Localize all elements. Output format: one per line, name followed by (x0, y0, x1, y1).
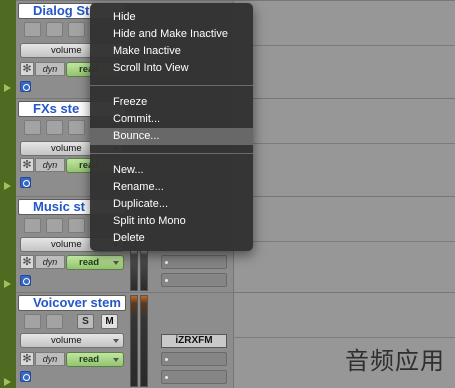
link-icon[interactable] (20, 81, 31, 92)
input-monitor-button[interactable] (46, 314, 63, 329)
menu-item-hide-and-make-inactive[interactable]: Hide and Make Inactive (90, 26, 253, 43)
level-meter-left (130, 249, 138, 291)
input-monitor-button[interactable] (46, 218, 63, 233)
divider (234, 337, 455, 338)
insert-plugin[interactable]: iZRXFM (161, 334, 227, 348)
level-meter-left (130, 295, 138, 387)
track-timeline[interactable] (233, 99, 455, 197)
track-name[interactable]: Voicover stem (18, 295, 126, 311)
menu-item-freeze[interactable]: Freeze (90, 94, 253, 111)
track-color-strip (0, 0, 16, 388)
divider (234, 241, 455, 242)
solo-button[interactable] (68, 22, 85, 37)
menu-item-bounce[interactable]: Bounce... (90, 128, 253, 145)
expand-triangle-icon[interactable] (4, 378, 11, 386)
track-timeline[interactable] (233, 1, 455, 99)
menu-separator (90, 153, 253, 154)
menu-item-commit[interactable]: Commit... (90, 111, 253, 128)
dyn-label: dyn (35, 255, 65, 269)
track-view-label: volume (51, 335, 82, 346)
insert-slot[interactable] (161, 273, 227, 287)
expand-triangle-icon[interactable] (4, 84, 11, 92)
chevron-down-icon (113, 339, 119, 343)
link-icon[interactable] (20, 177, 31, 188)
insert-slot[interactable] (161, 255, 227, 269)
dyn-label: dyn (35, 62, 65, 76)
freeze-icon[interactable]: ✻ (20, 352, 34, 366)
level-meter-right (140, 249, 148, 291)
track-view-label: volume (51, 143, 82, 154)
input-monitor-button[interactable] (46, 120, 63, 135)
solo-button[interactable] (68, 218, 85, 233)
track-timeline[interactable] (233, 197, 455, 293)
record-button[interactable] (24, 120, 41, 135)
dyn-label: dyn (35, 158, 65, 172)
menu-item-new[interactable]: New... (90, 162, 253, 179)
divider (234, 143, 455, 144)
menu-item-scroll-into-view[interactable]: Scroll Into View (90, 60, 253, 77)
input-monitor-button[interactable] (46, 22, 63, 37)
track-context-menu: Hide Hide and Make Inactive Make Inactiv… (90, 3, 253, 251)
record-button[interactable] (24, 22, 41, 37)
menu-item-make-inactive[interactable]: Make Inactive (90, 43, 253, 60)
chevron-down-icon (113, 358, 119, 362)
menu-separator (90, 85, 253, 86)
solo-button[interactable] (68, 120, 85, 135)
automation-mode-selector[interactable]: read (66, 255, 124, 270)
dyn-label: dyn (35, 352, 65, 366)
mute-button[interactable]: M (101, 314, 118, 329)
chevron-down-icon (113, 261, 119, 265)
menu-item-hide[interactable]: Hide (90, 9, 253, 26)
freeze-icon[interactable]: ✻ (20, 255, 34, 269)
record-button[interactable] (24, 218, 41, 233)
insert-slot[interactable] (161, 352, 227, 366)
level-meter-right (140, 295, 148, 387)
automation-mode-label: read (79, 257, 100, 268)
track-view-label: volume (51, 45, 82, 56)
divider (234, 45, 455, 46)
freeze-icon[interactable]: ✻ (20, 62, 34, 76)
menu-item-rename[interactable]: Rename... (90, 179, 253, 196)
menu-item-duplicate[interactable]: Duplicate... (90, 196, 253, 213)
freeze-icon[interactable]: ✻ (20, 158, 34, 172)
watermark: 音频应用 (345, 347, 445, 375)
track-view-selector[interactable]: volume (20, 333, 124, 348)
menu-item-delete[interactable]: Delete (90, 230, 253, 247)
link-icon[interactable] (20, 371, 31, 382)
expand-triangle-icon[interactable] (4, 280, 11, 288)
solo-button[interactable]: S (77, 314, 94, 329)
automation-mode-selector[interactable]: read (66, 352, 124, 367)
expand-triangle-icon[interactable] (4, 182, 11, 190)
track-view-label: volume (51, 239, 82, 250)
link-icon[interactable] (20, 275, 31, 286)
insert-slot[interactable] (161, 370, 227, 384)
automation-mode-label: read (79, 354, 100, 365)
record-button[interactable] (24, 314, 41, 329)
menu-item-split-into-mono[interactable]: Split into Mono (90, 213, 253, 230)
